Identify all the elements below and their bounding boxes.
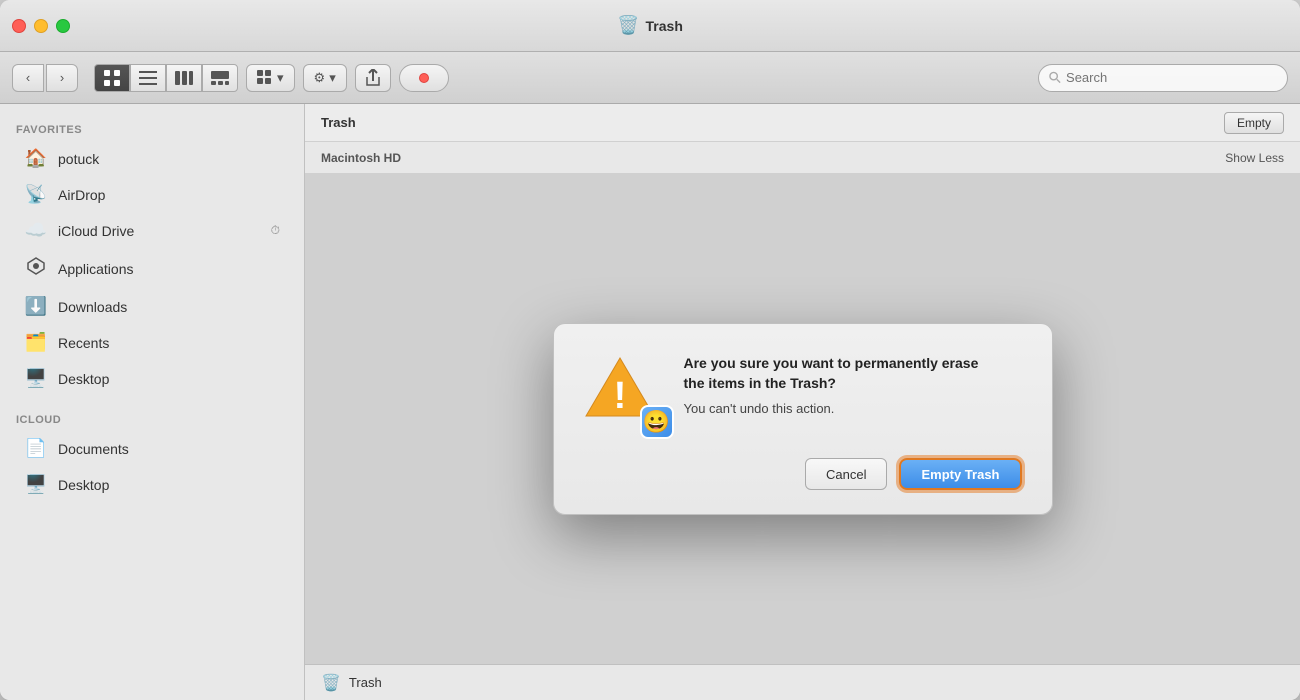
- applications-icon: [24, 256, 48, 281]
- sidebar-label-potuck: potuck: [58, 151, 99, 167]
- trash-bottom-icon: 🗑️: [321, 673, 341, 693]
- modal-icon-area: ! 😀: [584, 354, 664, 434]
- close-button[interactable]: [12, 19, 26, 33]
- path-bar: Trash Empty: [305, 104, 1300, 142]
- modal-title: Are you sure you want to permanently era…: [684, 354, 1022, 393]
- recents-icon: 🗂️: [24, 332, 48, 353]
- airdrop-icon: 📡: [24, 184, 48, 205]
- sidebar-item-documents[interactable]: 📄 Documents: [8, 431, 296, 466]
- bottom-bar: 🗑️ Trash: [305, 664, 1300, 700]
- sidebar-label-recents: Recents: [58, 335, 109, 351]
- toolbar: ‹ ›: [0, 52, 1300, 104]
- main-panel: Trash Empty Macintosh HD Show Less: [305, 104, 1300, 700]
- view-buttons: [94, 64, 238, 92]
- path-bar-title: Trash: [321, 115, 356, 130]
- desktop-icon: 🖥️: [24, 368, 48, 389]
- desktop-icloud-icon: 🖥️: [24, 474, 48, 495]
- window-title-area: 🗑️ Trash: [617, 15, 683, 36]
- downloads-icon: ⬇️: [24, 296, 48, 317]
- action-button[interactable]: ⚙ ▾: [303, 64, 347, 92]
- section-header-title: Macintosh HD: [321, 151, 401, 165]
- modal-overlay: ! 😀 Are you sure you want to permanently…: [305, 174, 1300, 664]
- nav-buttons: ‹ ›: [12, 64, 78, 92]
- icon-view-button[interactable]: [94, 64, 130, 92]
- gear-icon: ⚙: [314, 70, 326, 86]
- sidebar-item-desktop[interactable]: 🖥️ Desktop: [8, 361, 296, 396]
- column-view-button[interactable]: [166, 64, 202, 92]
- main-content: Favorites 🏠 potuck 📡 AirDrop ☁️ iCloud D…: [0, 104, 1300, 700]
- search-box[interactable]: [1038, 64, 1288, 92]
- section-header: Macintosh HD Show Less: [305, 142, 1300, 174]
- cancel-button[interactable]: Cancel: [805, 458, 887, 490]
- gallery-view-icon: [211, 71, 229, 85]
- icon-view-icon: [103, 69, 121, 87]
- share-icon: [365, 69, 381, 87]
- modal-subtitle: You can't undo this action.: [684, 401, 1022, 416]
- arrange-icon: [257, 70, 273, 86]
- tag-button[interactable]: [399, 64, 449, 92]
- empty-button[interactable]: Empty: [1224, 112, 1284, 134]
- column-view-icon: [175, 71, 193, 85]
- arrange-button[interactable]: ▾: [246, 64, 295, 92]
- window-title: Trash: [646, 18, 683, 34]
- arrange-chevron: ▾: [277, 70, 284, 86]
- show-less-button[interactable]: Show Less: [1225, 151, 1284, 165]
- sidebar-item-airdrop[interactable]: 📡 AirDrop: [8, 177, 296, 212]
- trash-title-icon: 🗑️: [617, 15, 639, 36]
- sidebar-item-recents[interactable]: 🗂️ Recents: [8, 325, 296, 360]
- forward-icon: ›: [60, 70, 64, 85]
- list-view-icon: [139, 71, 157, 85]
- sidebar: Favorites 🏠 potuck 📡 AirDrop ☁️ iCloud D…: [0, 104, 305, 700]
- sidebar-label-documents: Documents: [58, 441, 129, 457]
- icloud-sync-icon: ⏱: [271, 223, 280, 238]
- share-button[interactable]: [355, 64, 391, 92]
- file-area: ! 😀 Are you sure you want to permanently…: [305, 174, 1300, 664]
- confirm-dialog: ! 😀 Are you sure you want to permanently…: [553, 323, 1053, 515]
- finder-mascot: 😀: [640, 405, 674, 439]
- action-chevron: ▾: [329, 70, 336, 86]
- sidebar-label-desktop-icloud: Desktop: [58, 477, 109, 493]
- search-input[interactable]: [1066, 70, 1277, 85]
- gallery-view-button[interactable]: [202, 64, 238, 92]
- sidebar-label-downloads: Downloads: [58, 299, 127, 315]
- back-button[interactable]: ‹: [12, 64, 44, 92]
- empty-trash-button[interactable]: Empty Trash: [899, 458, 1021, 490]
- sidebar-item-potuck[interactable]: 🏠 potuck: [8, 141, 296, 176]
- sidebar-label-desktop: Desktop: [58, 371, 109, 387]
- modal-text: Are you sure you want to permanently era…: [684, 354, 1022, 416]
- sidebar-item-downloads[interactable]: ⬇️ Downloads: [8, 289, 296, 324]
- icloud-icon: ☁️: [24, 220, 48, 241]
- tag-red-dot: [419, 73, 429, 83]
- back-icon: ‹: [26, 70, 30, 85]
- minimize-button[interactable]: [34, 19, 48, 33]
- svg-text:!: !: [613, 375, 626, 417]
- sidebar-label-applications: Applications: [58, 261, 134, 277]
- modal-body: ! 😀 Are you sure you want to permanently…: [584, 354, 1022, 434]
- sidebar-item-icloud-drive[interactable]: ☁️ iCloud Drive ⏱: [8, 213, 296, 248]
- search-icon: [1049, 71, 1061, 84]
- sidebar-label-icloud: iCloud Drive: [58, 223, 134, 239]
- trash-bottom-label: Trash: [349, 675, 382, 690]
- sidebar-item-desktop-icloud[interactable]: 🖥️ Desktop: [8, 467, 296, 502]
- list-view-button[interactable]: [130, 64, 166, 92]
- favorites-section-label: Favorites: [0, 116, 304, 140]
- sidebar-item-applications[interactable]: Applications: [8, 249, 296, 288]
- modal-actions: Cancel Empty Trash: [584, 458, 1022, 490]
- sidebar-label-airdrop: AirDrop: [58, 187, 105, 203]
- finder-window: 🗑️ Trash ‹ ›: [0, 0, 1300, 700]
- titlebar: 🗑️ Trash: [0, 0, 1300, 52]
- maximize-button[interactable]: [56, 19, 70, 33]
- documents-icon: 📄: [24, 438, 48, 459]
- icloud-section-label: iCloud: [0, 406, 304, 430]
- forward-button[interactable]: ›: [46, 64, 78, 92]
- traffic-lights: [12, 19, 70, 33]
- home-icon: 🏠: [24, 148, 48, 169]
